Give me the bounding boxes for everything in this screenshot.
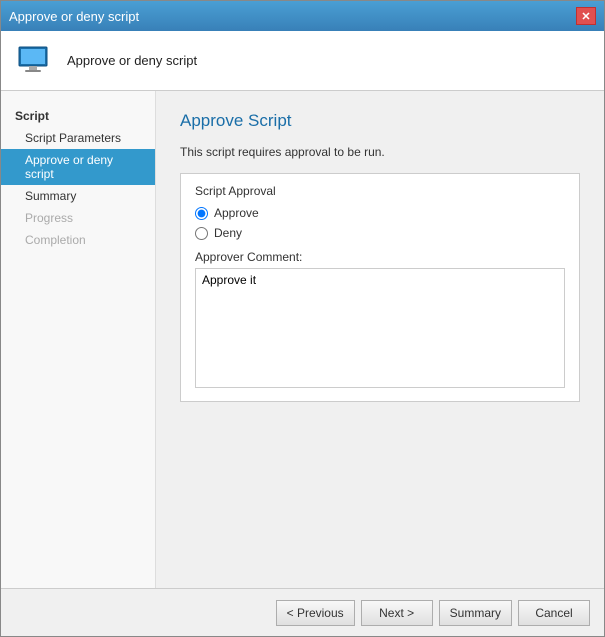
main-panel: Approve Script This script requires appr…: [156, 91, 604, 588]
approve-label: Approve: [214, 206, 259, 220]
main-window: Approve or deny script ✕ Approve or deny…: [0, 0, 605, 637]
sidebar-item-summary[interactable]: Summary: [1, 185, 155, 207]
approval-group-label: Script Approval: [195, 184, 565, 198]
title-bar: Approve or deny script ✕: [1, 1, 604, 31]
sidebar-item-progress: Progress: [1, 207, 155, 229]
approve-radio[interactable]: [195, 207, 208, 220]
header-title: Approve or deny script: [67, 53, 197, 68]
description-text: This script requires approval to be run.: [180, 145, 580, 159]
comment-section: Approver Comment:: [195, 250, 565, 391]
sidebar-item-approve-or-deny[interactable]: Approve or deny script: [1, 149, 155, 185]
sidebar: Script Script Parameters Approve or deny…: [1, 91, 156, 588]
previous-button[interactable]: < Previous: [276, 600, 355, 626]
next-button[interactable]: Next >: [361, 600, 433, 626]
deny-option[interactable]: Deny: [195, 226, 565, 240]
sidebar-item-script-parameters[interactable]: Script Parameters: [1, 127, 155, 149]
approval-group: Script Approval Approve Deny Approver Co…: [180, 173, 580, 402]
computer-icon: [15, 41, 55, 81]
comment-label: Approver Comment:: [195, 250, 565, 264]
sidebar-section-script: Script: [1, 105, 155, 127]
content-area: Script Script Parameters Approve or deny…: [1, 91, 604, 588]
deny-radio[interactable]: [195, 227, 208, 240]
header-bar: Approve or deny script: [1, 31, 604, 91]
summary-button[interactable]: Summary: [439, 600, 512, 626]
close-button[interactable]: ✕: [576, 7, 596, 25]
page-title: Approve Script: [180, 111, 580, 131]
approve-option[interactable]: Approve: [195, 206, 565, 220]
cancel-button[interactable]: Cancel: [518, 600, 590, 626]
footer: < Previous Next > Summary Cancel: [1, 588, 604, 636]
comment-textarea[interactable]: [195, 268, 565, 388]
deny-label: Deny: [214, 226, 242, 240]
window-title: Approve or deny script: [9, 9, 139, 24]
sidebar-item-completion: Completion: [1, 229, 155, 251]
